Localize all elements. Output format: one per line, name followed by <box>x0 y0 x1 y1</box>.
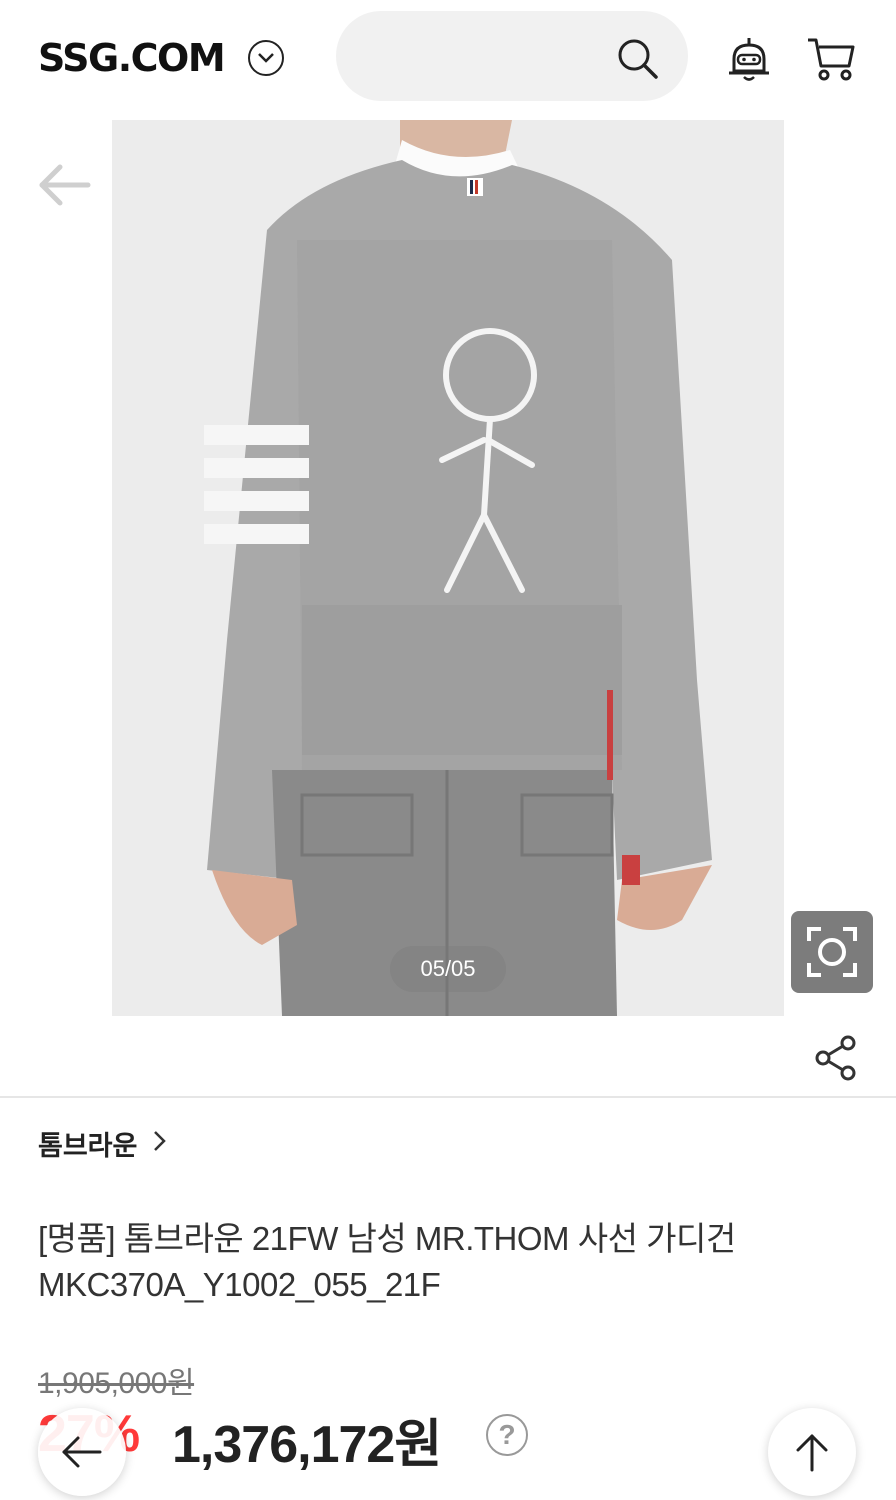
scroll-top-button[interactable] <box>768 1408 856 1496</box>
original-price: 1,905,000원 <box>38 1367 195 1400</box>
chatbot-icon[interactable] <box>726 35 772 88</box>
sale-price: 1,376,172원 <box>172 1416 442 1474</box>
search-input[interactable] <box>366 36 606 76</box>
chevron-right-icon[interactable] <box>152 1129 168 1158</box>
back-button[interactable] <box>38 1408 126 1496</box>
product-gallery[interactable]: 05/05 <box>0 118 896 1018</box>
chevron-down-icon[interactable] <box>248 40 284 76</box>
brand-link[interactable]: 톰브라운 <box>38 1124 137 1163</box>
cart-icon[interactable] <box>806 36 856 87</box>
ssg-logo[interactable]: SSG.COM <box>38 36 226 80</box>
product-title: [명품] 톰브라운 21FW 남성 MR.THOM 사선 가디건 MKC370A… <box>38 1220 736 1303</box>
search-bar[interactable] <box>336 11 688 101</box>
product-photo[interactable] <box>112 120 784 1016</box>
image-counter: 05/05 <box>390 946 506 992</box>
section-divider <box>0 1096 896 1098</box>
prev-image-arrow-icon[interactable] <box>36 163 92 212</box>
share-icon[interactable] <box>814 1034 858 1087</box>
header: SSG.COM <box>0 0 896 118</box>
price-help-icon[interactable]: ? <box>486 1414 528 1456</box>
camera-lens-icon[interactable] <box>791 911 873 993</box>
search-icon[interactable] <box>616 37 660 86</box>
